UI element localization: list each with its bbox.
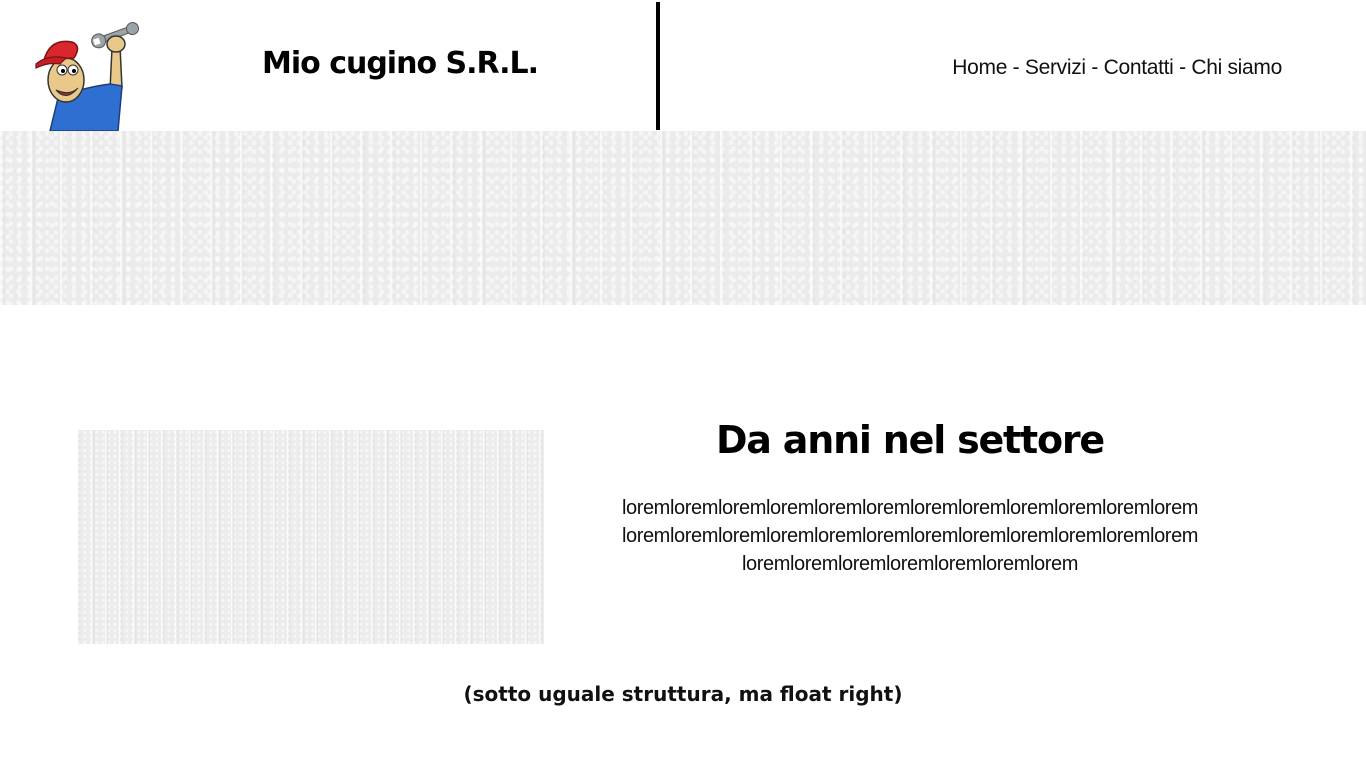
section-title: Da anni nel settore [715, 418, 1105, 462]
nav-separator: - [1007, 56, 1025, 79]
mechanic-logo-icon[interactable] [30, 18, 140, 132]
nav-home-link[interactable]: Home [952, 56, 1007, 79]
nav-separator: - [1085, 56, 1104, 79]
structure-note: (sotto uguale struttura, ma float right) [463, 682, 903, 706]
nav-services-link[interactable]: Servizi [1025, 56, 1086, 79]
nav-about-link[interactable]: Chi siamo [1191, 56, 1282, 79]
nav-contacts-link[interactable]: Contatti [1104, 56, 1174, 79]
section-image [77, 430, 544, 644]
brand-title: Mio cugino S.R.L. [262, 46, 539, 81]
nav-separator: - [1173, 56, 1192, 79]
site-header: Mio cugino S.R.L. Home - Servizi - Conta… [0, 0, 1366, 132]
hero-banner-image [0, 131, 1366, 305]
section-text-line: loremloremloremloremloremloremlorem [741, 553, 1079, 575]
header-divider [656, 2, 660, 130]
section-text-line: loremloremloremloremloremloremloremlorem… [621, 525, 1199, 547]
section-text-line: loremloremloremloremloremloremloremlorem… [621, 497, 1199, 519]
main-nav: Home - Servizi - Contatti - Chi siamo [952, 56, 1282, 80]
section-text: loremloremloremloremloremloremloremlorem… [610, 494, 1210, 578]
